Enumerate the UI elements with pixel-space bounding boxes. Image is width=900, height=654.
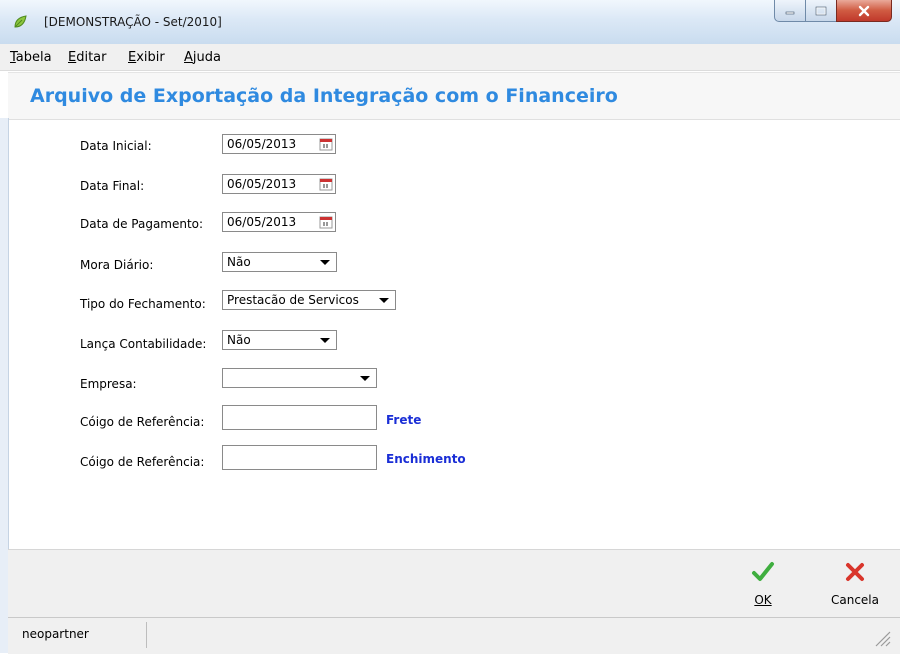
- chevron-down-icon: [320, 338, 330, 343]
- maximize-icon: [815, 6, 827, 15]
- mora-diario-select[interactable]: Não: [222, 252, 337, 272]
- minimize-icon: [785, 11, 795, 14]
- enchimento-tag: Enchimento: [386, 452, 466, 466]
- empresa-label: Empresa:: [80, 377, 137, 391]
- tipo-fechamento-label: Tipo do Fechamento:: [80, 297, 206, 311]
- data-pagamento-label: Data de Pagamento:: [80, 217, 204, 231]
- codigo-referencia-enchimento-input[interactable]: [222, 445, 377, 470]
- ok-button[interactable]: OK: [738, 560, 788, 610]
- data-final-label: Data Final:: [80, 179, 145, 193]
- chevron-down-icon: [320, 260, 330, 265]
- data-final-field[interactable]: 06/05/2013: [222, 174, 336, 194]
- calendar-icon[interactable]: [319, 215, 333, 229]
- lanca-contabilidade-label: Lança Contabilidade:: [80, 337, 207, 351]
- mora-diario-label: Mora Diário:: [80, 258, 154, 272]
- codigo-referencia-frete-input[interactable]: [222, 405, 377, 430]
- cancel-button[interactable]: Cancela: [820, 560, 890, 610]
- lanca-contabilidade-select[interactable]: Não: [222, 330, 337, 350]
- data-inicial-field[interactable]: 06/05/2013: [222, 134, 336, 154]
- calendar-icon[interactable]: [319, 177, 333, 191]
- menu-editar[interactable]: Editar: [68, 50, 107, 65]
- menu-bar: Tabela Editar Exibir Ajuda: [0, 44, 900, 71]
- codigo-referencia-frete-label: Cóigo de Referência:: [80, 415, 205, 429]
- empresa-select[interactable]: [222, 368, 377, 388]
- window-title: [DEMONSTRAÇÃO - Set/2010]: [44, 15, 222, 29]
- tipo-fechamento-select[interactable]: Prestacão de Servicos: [222, 290, 396, 310]
- page-title: Arquivo de Exportação da Integração com …: [30, 85, 618, 107]
- app-icon: [12, 14, 28, 30]
- menu-tabela[interactable]: Tabela: [10, 50, 52, 65]
- calendar-icon[interactable]: [319, 137, 333, 151]
- resize-grip-icon[interactable]: [870, 626, 892, 648]
- minimize-button[interactable]: [774, 0, 806, 22]
- cross-icon: [846, 563, 864, 581]
- menu-ajuda[interactable]: Ajuda: [184, 50, 221, 65]
- close-icon: [858, 5, 870, 16]
- frete-tag: Frete: [386, 413, 422, 427]
- data-inicial-label: Data Inicial:: [80, 139, 152, 153]
- chevron-down-icon: [379, 298, 389, 303]
- menu-exibir[interactable]: Exibir: [128, 50, 165, 65]
- close-button[interactable]: [836, 0, 892, 22]
- codigo-referencia-enchimento-label: Cóigo de Referência:: [80, 455, 205, 469]
- chevron-down-icon: [360, 376, 370, 381]
- status-user: neopartner: [22, 627, 89, 641]
- data-pagamento-field[interactable]: 06/05/2013: [222, 212, 336, 232]
- maximize-button[interactable]: [805, 0, 837, 22]
- checkmark-icon: [752, 562, 774, 581]
